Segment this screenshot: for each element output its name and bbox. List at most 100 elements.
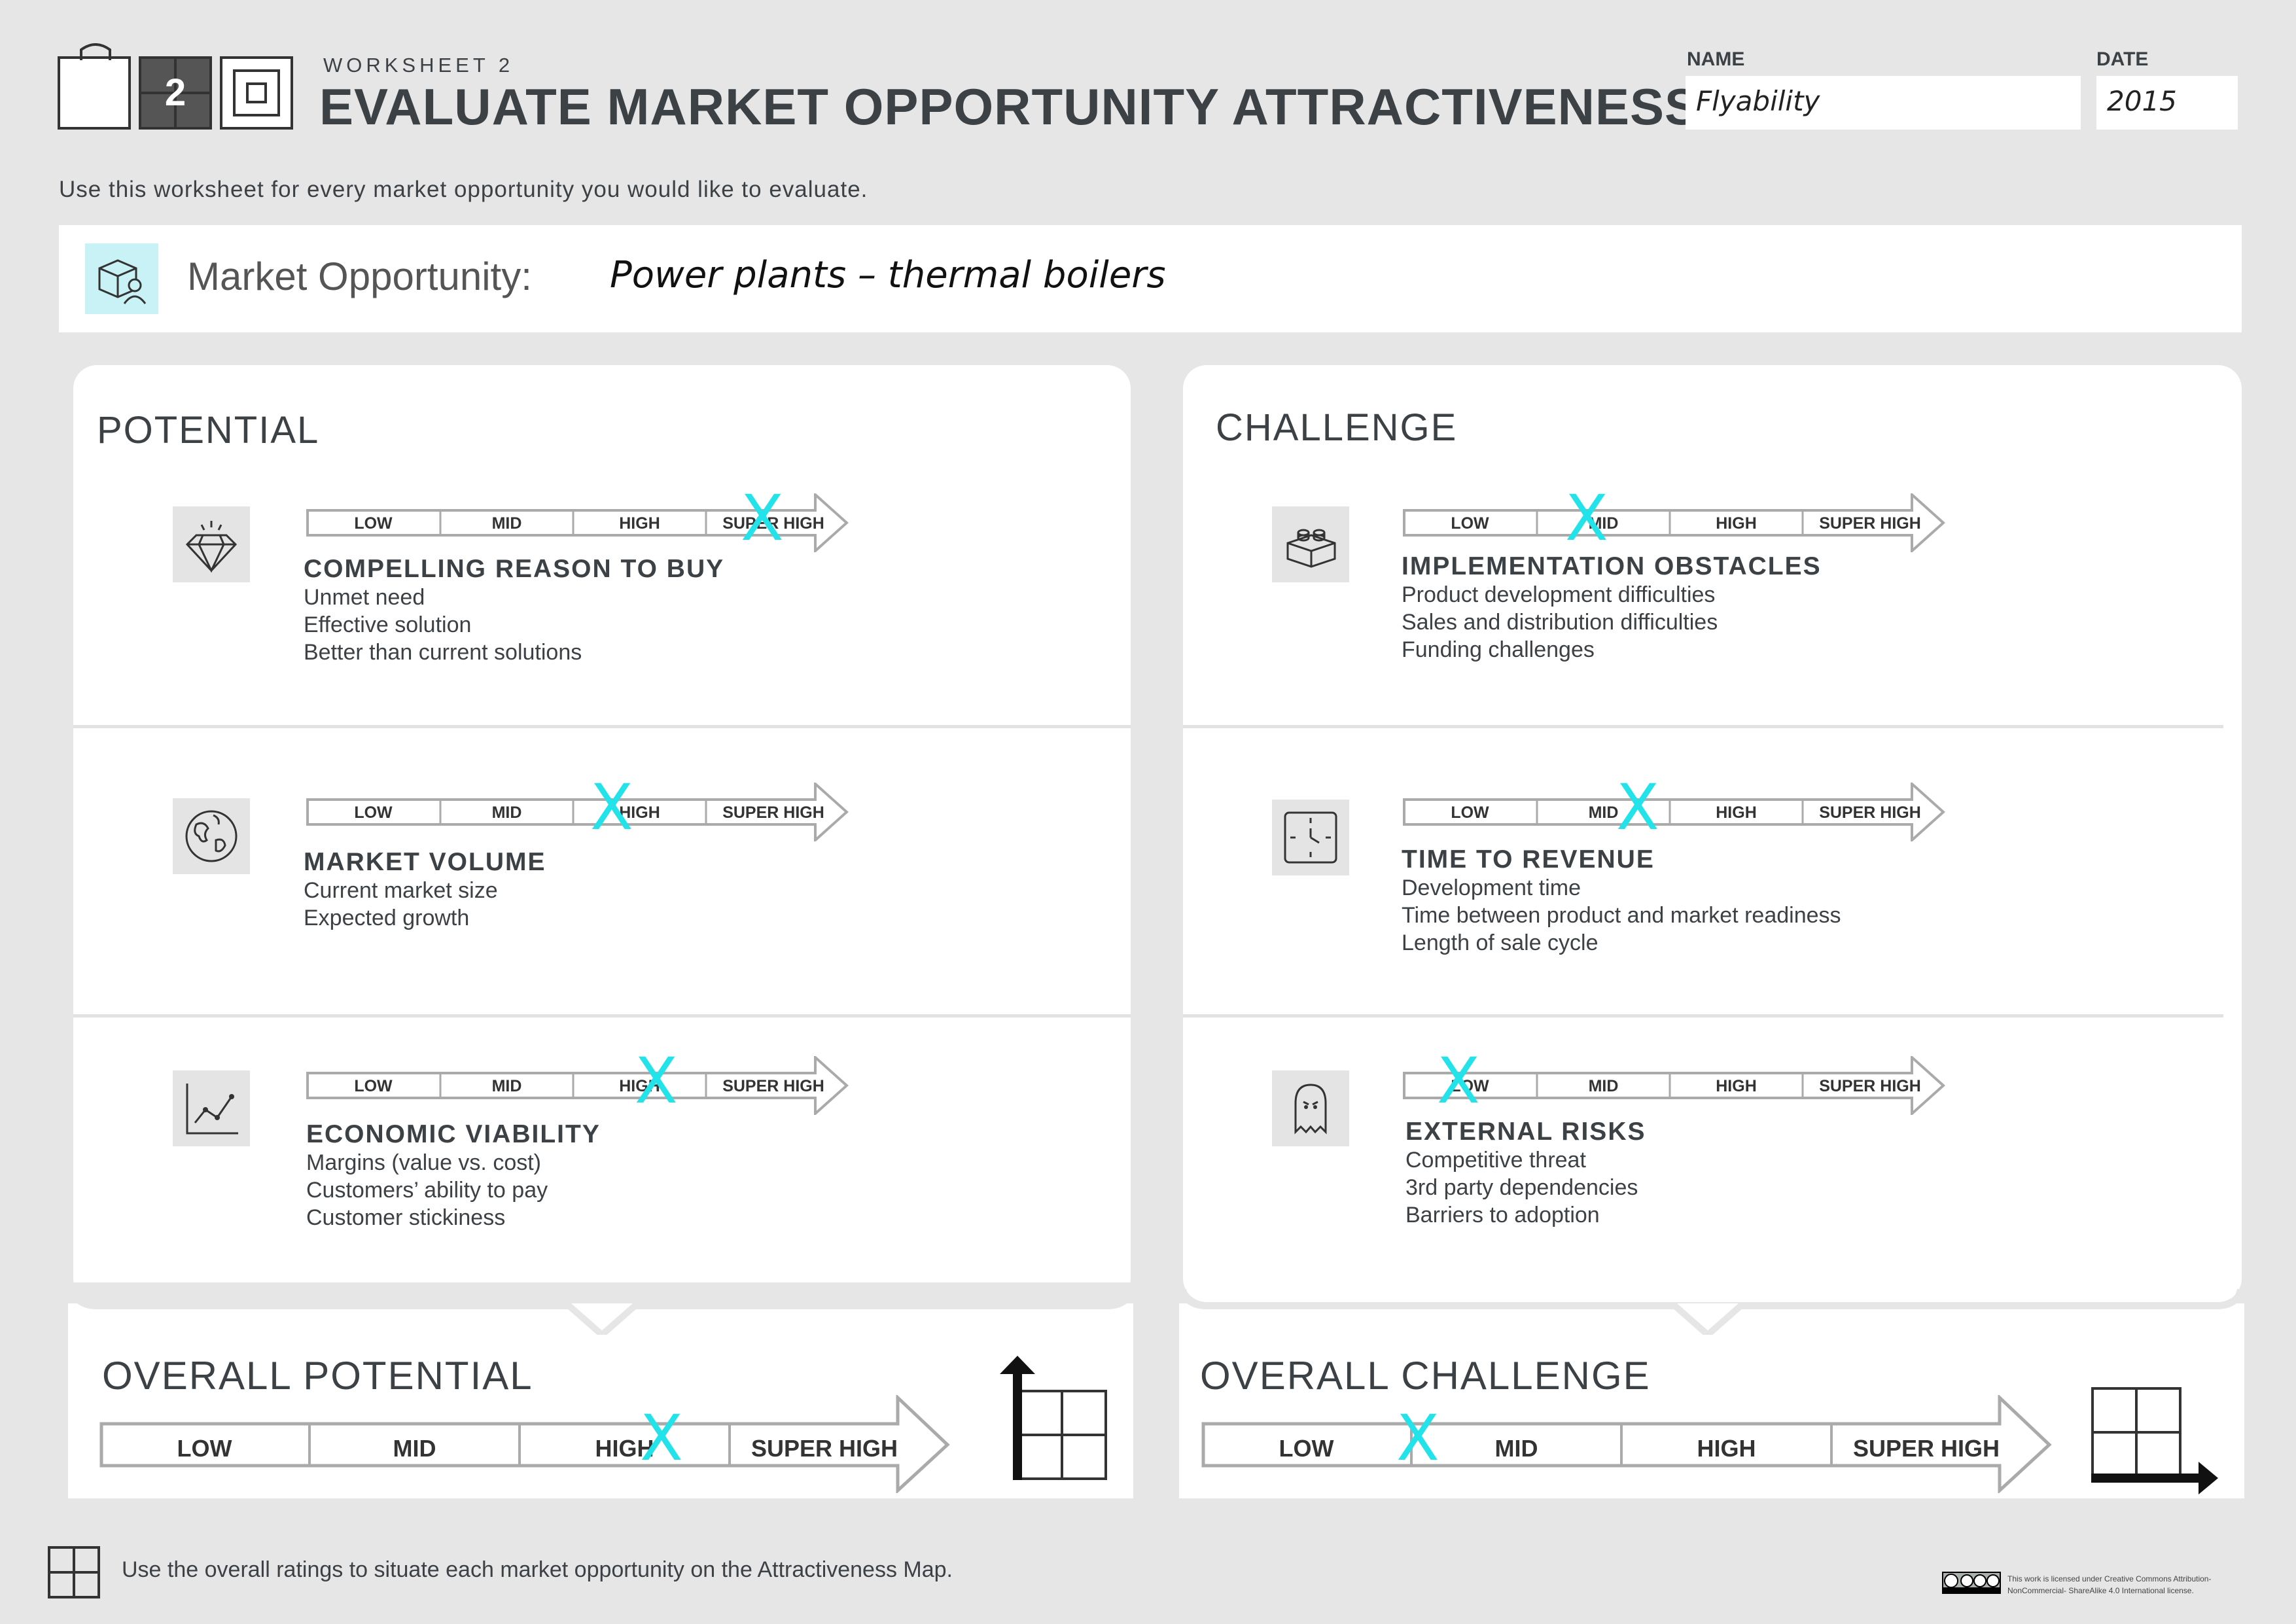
name-field[interactable]: Flyability bbox=[1686, 76, 2081, 130]
rating-scale-market-volume[interactable]: LOW MID HIGH SUPER HIGH bbox=[306, 783, 849, 841]
criterion-title: ECONOMIC VIABILITY bbox=[306, 1120, 601, 1148]
criterion-line: Funding challenges bbox=[1402, 637, 1595, 662]
diamond-icon bbox=[173, 506, 250, 582]
rating-mark: X bbox=[640, 1402, 683, 1475]
overall-potential-scale[interactable]: LOW MID HIGH SUPER HIGH bbox=[99, 1395, 950, 1493]
divider bbox=[73, 1014, 1131, 1017]
scale-low[interactable]: LOW bbox=[306, 512, 440, 535]
scale-high[interactable]: HIGH bbox=[1670, 512, 1803, 535]
rating-scale-economic-viability[interactable]: LOW MID HIGH SUPER HIGH bbox=[306, 1056, 849, 1115]
market-opportunity-field[interactable]: Power plants – thermal boilers bbox=[610, 254, 1166, 296]
intro-text: Use this worksheet for every market oppo… bbox=[59, 177, 868, 202]
criterion-line: Customers’ ability to pay bbox=[306, 1178, 548, 1203]
lego-brick-icon bbox=[1272, 506, 1349, 582]
worksheet-number: 2 bbox=[164, 71, 186, 114]
overall-challenge-scale[interactable]: LOW MID HIGH SUPER HIGH bbox=[1201, 1395, 2052, 1493]
rating-mark: X bbox=[1437, 1044, 1480, 1118]
scale-mid[interactable]: MID bbox=[440, 801, 573, 824]
name-label: NAME bbox=[1687, 48, 1745, 70]
line-chart-icon bbox=[173, 1070, 250, 1146]
scale-mid[interactable]: MID bbox=[1411, 1424, 1621, 1473]
worksheet-label: WORKSHEET 2 bbox=[323, 54, 514, 77]
bag-logo-icon bbox=[58, 44, 131, 130]
criterion-line: Length of sale cycle bbox=[1402, 930, 1598, 955]
market-opportunity-bar: Market Opportunity: Power plants – therm… bbox=[59, 225, 2242, 332]
clock-icon bbox=[1272, 800, 1349, 875]
panel-pointer bbox=[70, 1289, 1134, 1335]
footer-text: Use the overall ratings to situate each … bbox=[122, 1557, 953, 1582]
ghost-icon bbox=[1272, 1070, 1349, 1146]
box-user-icon bbox=[85, 243, 158, 314]
date-label: DATE bbox=[2096, 48, 2149, 70]
criterion-title: MARKET VOLUME bbox=[304, 848, 546, 876]
license-text: This work is licensed under Creative Com… bbox=[2007, 1574, 2212, 1595]
scale-super-high[interactable]: SUPER HIGH bbox=[1803, 512, 1937, 535]
rating-scale-external-risks[interactable]: LOW MID HIGH SUPER HIGH bbox=[1403, 1056, 1946, 1115]
overall-challenge-title: OVERALL CHALLENGE bbox=[1200, 1354, 1651, 1398]
criterion-line: 3rd party dependencies bbox=[1405, 1175, 1638, 1200]
rating-scale-implementation-obstacles[interactable]: LOW MID HIGH SUPER HIGH bbox=[1403, 493, 1946, 552]
potential-map-axis-icon bbox=[1000, 1356, 1107, 1480]
scale-low[interactable]: LOW bbox=[99, 1424, 309, 1473]
scale-super-high[interactable]: SUPER HIGH bbox=[1831, 1424, 2021, 1473]
criterion-line: Customer stickiness bbox=[306, 1205, 506, 1230]
scale-high[interactable]: HIGH bbox=[1670, 801, 1803, 824]
criterion-title: EXTERNAL RISKS bbox=[1405, 1118, 1646, 1146]
criterion-line: Competitive threat bbox=[1405, 1148, 1586, 1173]
criterion-title: IMPLEMENTATION OBSTACLES bbox=[1402, 552, 1822, 580]
rating-mark: X bbox=[1565, 482, 1608, 555]
date-field[interactable]: 2015 bbox=[2096, 76, 2238, 130]
challenge-title: CHALLENGE bbox=[1216, 406, 1458, 449]
scale-high[interactable]: HIGH bbox=[520, 1424, 730, 1473]
scale-super-high[interactable]: SUPER HIGH bbox=[1803, 1074, 1937, 1098]
rating-mark: X bbox=[590, 771, 633, 844]
scale-super-high[interactable]: SUPER HIGH bbox=[706, 801, 841, 824]
divider bbox=[1183, 725, 2223, 728]
criterion-line: Better than current solutions bbox=[304, 640, 582, 665]
scale-mid[interactable]: MID bbox=[1537, 1074, 1670, 1098]
scale-super-high[interactable]: SUPER HIGH bbox=[730, 1424, 919, 1473]
worksheet-number-badge: 2 bbox=[139, 56, 212, 130]
scale-mid[interactable]: MID bbox=[440, 1074, 573, 1098]
criterion-line: Current market size bbox=[304, 878, 498, 903]
criterion-title: TIME TO REVENUE bbox=[1402, 845, 1655, 874]
scale-high[interactable]: HIGH bbox=[1670, 1074, 1803, 1098]
panel-pointer bbox=[1180, 1289, 2244, 1335]
scale-low[interactable]: LOW bbox=[1403, 512, 1537, 535]
rating-scale-time-to-revenue[interactable]: LOW MID HIGH SUPER HIGH bbox=[1403, 783, 1946, 841]
scale-low[interactable]: LOW bbox=[306, 801, 440, 824]
scale-low[interactable]: LOW bbox=[306, 1074, 440, 1098]
overall-potential-title: OVERALL POTENTIAL bbox=[102, 1354, 533, 1398]
potential-title: POTENTIAL bbox=[97, 409, 320, 451]
page-title: EVALUATE MARKET OPPORTUNITY ATTRACTIVENE… bbox=[319, 78, 1700, 135]
bag-handle-icon bbox=[80, 43, 111, 60]
criterion-line: Time between product and market readines… bbox=[1402, 903, 1841, 928]
scale-high[interactable]: HIGH bbox=[573, 512, 706, 535]
rating-mark: X bbox=[1616, 771, 1659, 844]
scale-low[interactable]: LOW bbox=[1403, 801, 1537, 824]
divider bbox=[73, 725, 1131, 728]
scale-high[interactable]: HIGH bbox=[1621, 1424, 1831, 1473]
scale-low[interactable]: LOW bbox=[1201, 1424, 1411, 1473]
scale-super-high[interactable]: SUPER HIGH bbox=[1803, 801, 1937, 824]
scale-mid[interactable]: MID bbox=[440, 512, 573, 535]
attractiveness-map-icon bbox=[48, 1546, 100, 1598]
criterion-line: Effective solution bbox=[304, 612, 472, 637]
scale-super-high[interactable]: SUPER HIGH bbox=[706, 1074, 841, 1098]
criterion-line: Product development difficulties bbox=[1402, 582, 1716, 607]
criterion-line: Development time bbox=[1402, 875, 1581, 900]
challenge-map-axis-icon bbox=[2091, 1387, 2218, 1494]
rating-mark: X bbox=[1396, 1402, 1439, 1475]
creative-commons-badge-icon bbox=[1942, 1572, 2001, 1594]
globe-icon bbox=[173, 798, 250, 874]
criterion-line: Unmet need bbox=[304, 585, 425, 610]
criterion-line: Margins (value vs. cost) bbox=[306, 1150, 541, 1175]
nested-square-logo-icon bbox=[220, 56, 293, 130]
criterion-line: Expected growth bbox=[304, 906, 470, 930]
market-opportunity-label: Market Opportunity: bbox=[187, 255, 532, 298]
criterion-line: Barriers to adoption bbox=[1405, 1203, 1600, 1227]
divider bbox=[1183, 1014, 2223, 1017]
rating-mark: X bbox=[741, 482, 784, 555]
rating-mark: X bbox=[635, 1044, 678, 1118]
scale-mid[interactable]: MID bbox=[309, 1424, 520, 1473]
